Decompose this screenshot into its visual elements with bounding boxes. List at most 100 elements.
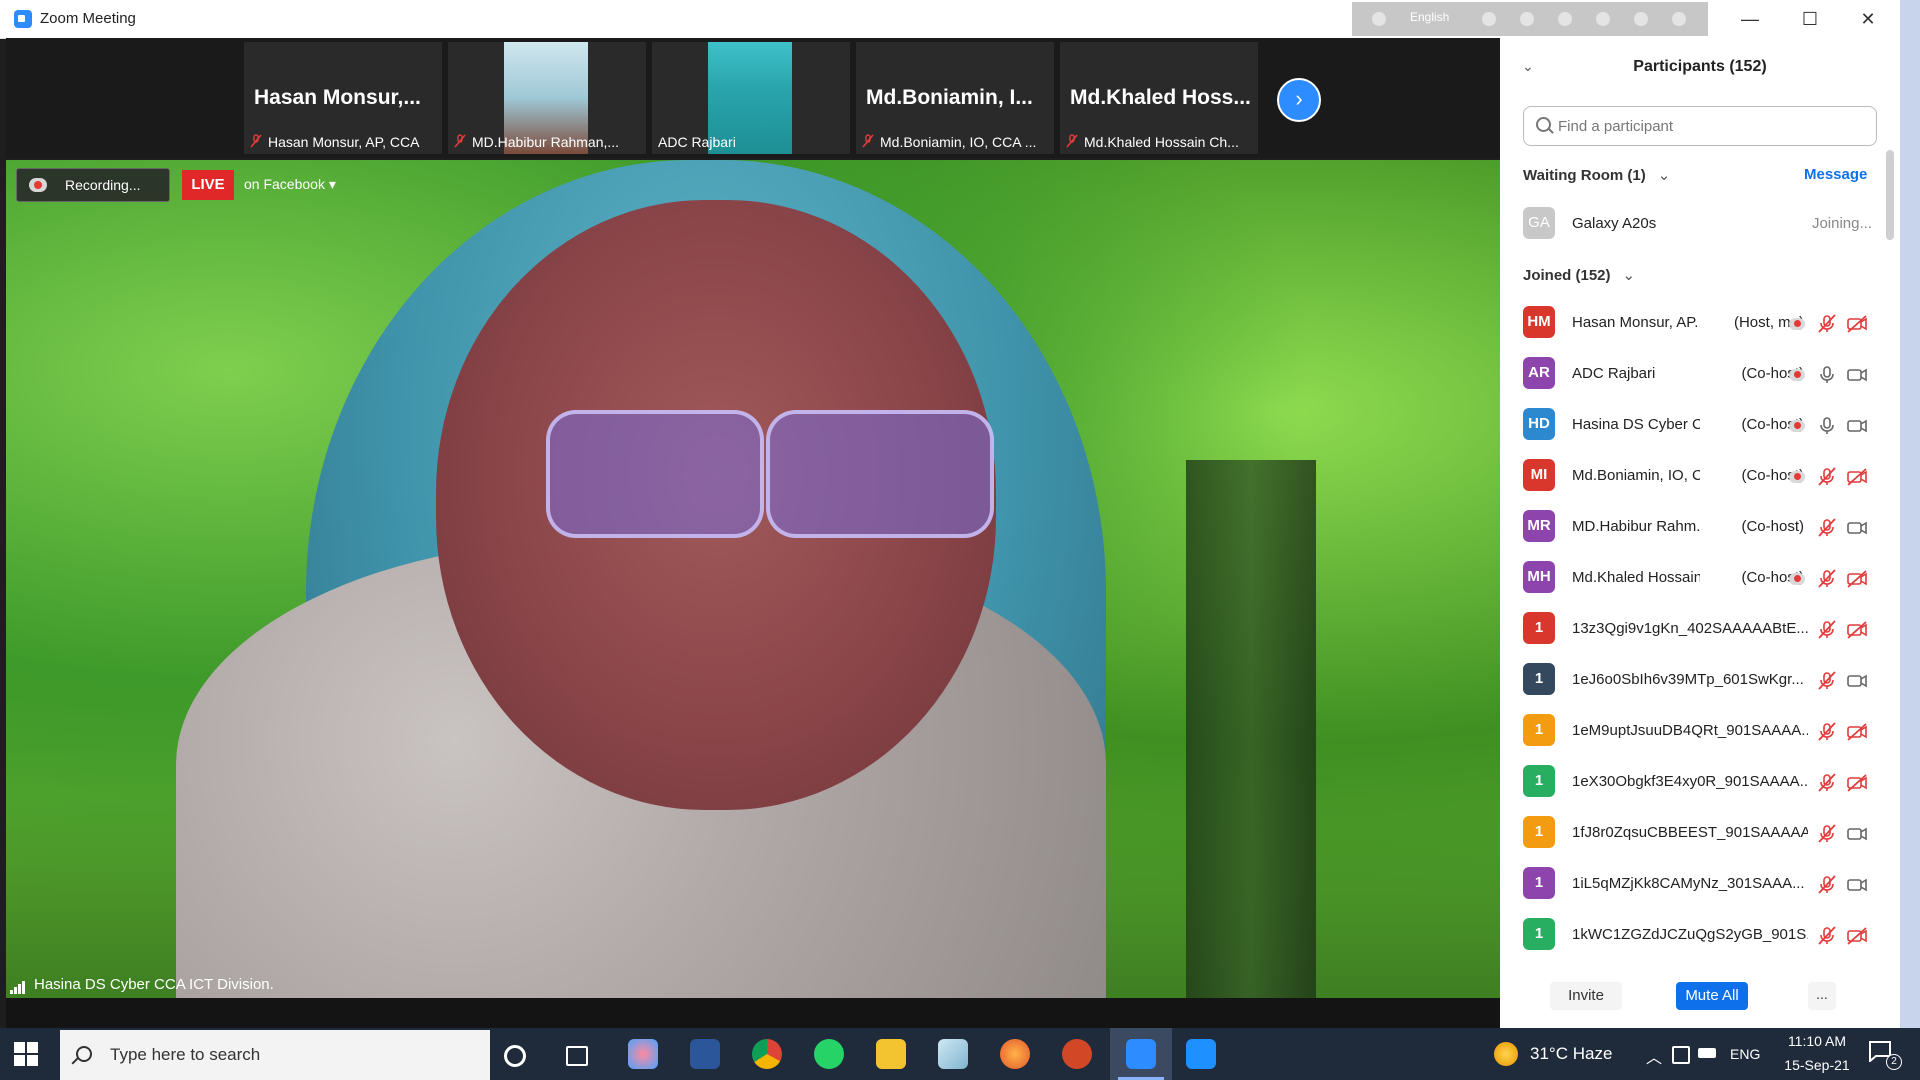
tools-icon[interactable] — [1520, 12, 1534, 26]
live-target-dropdown[interactable]: on Facebook ▾ — [244, 176, 336, 193]
mic-muted-icon — [862, 134, 874, 148]
network-icon[interactable] — [1672, 1046, 1690, 1064]
notification-center-icon[interactable]: 2 — [1868, 1040, 1902, 1070]
windows-start-icon[interactable] — [14, 1042, 38, 1066]
media-player-icon[interactable] — [1186, 1039, 1216, 1069]
language-bar[interactable]: English — [1352, 2, 1708, 36]
gallery-tile[interactable]: Md.Khaled Hoss... Md.Khaled Hossain Ch... — [1060, 42, 1258, 154]
mic-muted-icon[interactable] — [1816, 518, 1838, 538]
mic-muted-icon[interactable] — [1816, 824, 1838, 844]
gallery-tile[interactable]: MD.Habibur Rahman,... — [448, 42, 646, 154]
chevron-down-icon[interactable]: ⌄ — [1658, 166, 1671, 184]
participant-row[interactable]: MHMd.Khaled Hossain...(Co-host) — [1500, 561, 1900, 597]
camera-icon[interactable] — [1846, 518, 1868, 538]
firefox-icon[interactable] — [1000, 1039, 1030, 1069]
notepad-icon[interactable] — [938, 1039, 968, 1069]
recording-badge[interactable]: Recording... — [16, 168, 170, 202]
mic-icon[interactable] — [1816, 416, 1838, 436]
chrome-icon[interactable] — [752, 1039, 782, 1069]
message-waiting-button[interactable]: Message — [1804, 166, 1867, 183]
avatar: MR — [1523, 510, 1555, 542]
participant-row[interactable]: HDHasina DS Cyber C...(Co-host) — [1500, 408, 1900, 444]
mic-muted-icon[interactable] — [1816, 773, 1838, 793]
mic-muted-icon[interactable] — [1816, 875, 1838, 895]
whatsapp-icon[interactable] — [814, 1039, 844, 1069]
camera-icon[interactable] — [1846, 671, 1868, 691]
camera-off-icon[interactable] — [1846, 569, 1868, 589]
camera-icon[interactable] — [1846, 875, 1868, 895]
file-explorer-icon[interactable] — [876, 1039, 906, 1069]
participant-row[interactable]: 1 1fJ8r0ZqsuCBBEEST_901SAAAAA... — [1500, 816, 1900, 852]
tile-caption: Hasan Monsur, AP, CCA — [268, 134, 420, 150]
participant-row[interactable]: AR ADC Rajbari (Co-host) — [1500, 357, 1900, 393]
mic-muted-icon[interactable] — [1816, 569, 1838, 589]
gallery-tile[interactable]: ADC Rajbari — [652, 42, 850, 154]
minimize-button[interactable]: — — [1730, 6, 1770, 32]
cortana-icon[interactable] — [504, 1045, 526, 1067]
camera-icon[interactable] — [1846, 824, 1868, 844]
close-button[interactable]: ✕ — [1848, 6, 1888, 32]
camera-off-icon[interactable] — [1846, 467, 1868, 487]
participant-row[interactable]: 1 13z3Qgi9v1gKn_402SAAAAABtE... — [1500, 612, 1900, 648]
participant-name: 1eJ6o0SbIh6v39MTp_601SwKgr... — [1572, 671, 1804, 688]
participant-row[interactable]: HM Hasan Monsur, AP... (Host, me) — [1500, 306, 1900, 342]
more-options-button[interactable]: ... — [1808, 982, 1836, 1010]
next-page-arrow-icon[interactable]: › — [1277, 78, 1321, 122]
participant-row[interactable]: 1 1eJ6o0SbIh6v39MTp_601SwKgr... — [1500, 663, 1900, 699]
camera-icon[interactable] — [1846, 416, 1868, 436]
joined-header[interactable]: Joined (152) ⌄ — [1523, 266, 1635, 284]
chevron-down-icon[interactable]: ⌄ — [1623, 266, 1636, 284]
clock-date[interactable]: 15-Sep-21 — [1770, 1057, 1864, 1073]
find-participant-input[interactable] — [1556, 113, 1860, 139]
language-label[interactable]: English — [1410, 10, 1449, 24]
camera-off-icon[interactable] — [1846, 773, 1868, 793]
find-participant-box[interactable] — [1523, 106, 1877, 146]
participant-row[interactable]: 1 1iL5qMZjKk8CAMyNz_301SAAA... — [1500, 867, 1900, 903]
mic-muted-icon[interactable] — [1816, 620, 1838, 640]
clock-time[interactable]: 11:10 AM — [1770, 1033, 1864, 1049]
gallery-tile[interactable]: Hasan Monsur,... Hasan Monsur, AP, CCA — [244, 42, 442, 154]
info-icon[interactable] — [1672, 12, 1686, 26]
camera-off-icon[interactable] — [1846, 722, 1868, 742]
zoom-icon[interactable] — [1126, 1039, 1156, 1069]
participant-row[interactable]: 1 1eM9uptJsuuDB4QRt_901SAAAA... — [1500, 714, 1900, 750]
waiting-room-header[interactable]: Waiting Room (1) ⌄ — [1523, 166, 1670, 184]
participant-row[interactable]: MIMd.Boniamin, IO, C...(Co-host) — [1500, 459, 1900, 495]
mic-muted-icon[interactable] — [1816, 467, 1838, 487]
gallery-tile[interactable]: Md.Boniamin, I... Md.Boniamin, IO, CCA ..… — [856, 42, 1054, 154]
avatar: 1 — [1523, 714, 1555, 746]
participant-row[interactable]: 1 1kWC1ZGZdJCZuQgS2yGB_901S... — [1500, 918, 1900, 954]
camera-off-icon[interactable] — [1846, 926, 1868, 946]
tray-expand-icon[interactable]: ︿ — [1646, 1044, 1662, 1068]
camera-off-icon[interactable] — [1846, 620, 1868, 640]
mic-icon[interactable] — [1816, 365, 1838, 385]
help-icon[interactable] — [1634, 12, 1648, 26]
mic-muted-icon[interactable] — [1816, 671, 1838, 691]
input-language[interactable]: ENG — [1730, 1046, 1760, 1062]
camera-icon[interactable] — [1846, 365, 1868, 385]
participants-scrollbar[interactable] — [1886, 150, 1894, 240]
mic-muted-icon[interactable] — [1816, 722, 1838, 742]
paint-icon[interactable] — [628, 1039, 658, 1069]
battery-icon[interactable] — [1698, 1048, 1716, 1058]
ime-icon[interactable] — [1372, 12, 1386, 26]
participant-row[interactable]: 1 1eX30Obgkf3E4xy0R_901SAAAA... — [1500, 765, 1900, 801]
participant-row[interactable]: MR MD.Habibur Rahm... (Co-host) — [1500, 510, 1900, 546]
keyboard-icon[interactable] — [1482, 12, 1496, 26]
weather-haze-icon[interactable] — [1494, 1042, 1518, 1066]
word-icon[interactable] — [690, 1039, 720, 1069]
active-speaker-video[interactable] — [6, 160, 1500, 998]
powerpoint-icon[interactable] — [1062, 1039, 1092, 1069]
invite-button[interactable]: Invite — [1550, 982, 1622, 1010]
browser-icon[interactable] — [1596, 12, 1610, 26]
mic-muted-icon[interactable] — [1816, 314, 1838, 334]
mute-all-button[interactable]: Mute All — [1676, 982, 1748, 1010]
camera-off-icon[interactable] — [1846, 314, 1868, 334]
maximize-button[interactable]: ☐ — [1790, 6, 1830, 32]
mic-muted-icon[interactable] — [1816, 926, 1838, 946]
taskbar-search-box[interactable]: Type here to search — [60, 1030, 490, 1080]
waiting-row[interactable]: GA Galaxy A20s Joining... — [1500, 207, 1900, 243]
weather-text[interactable]: 31°C Haze — [1530, 1044, 1612, 1064]
settings-icon[interactable] — [1558, 12, 1572, 26]
task-view-icon[interactable] — [566, 1046, 588, 1066]
